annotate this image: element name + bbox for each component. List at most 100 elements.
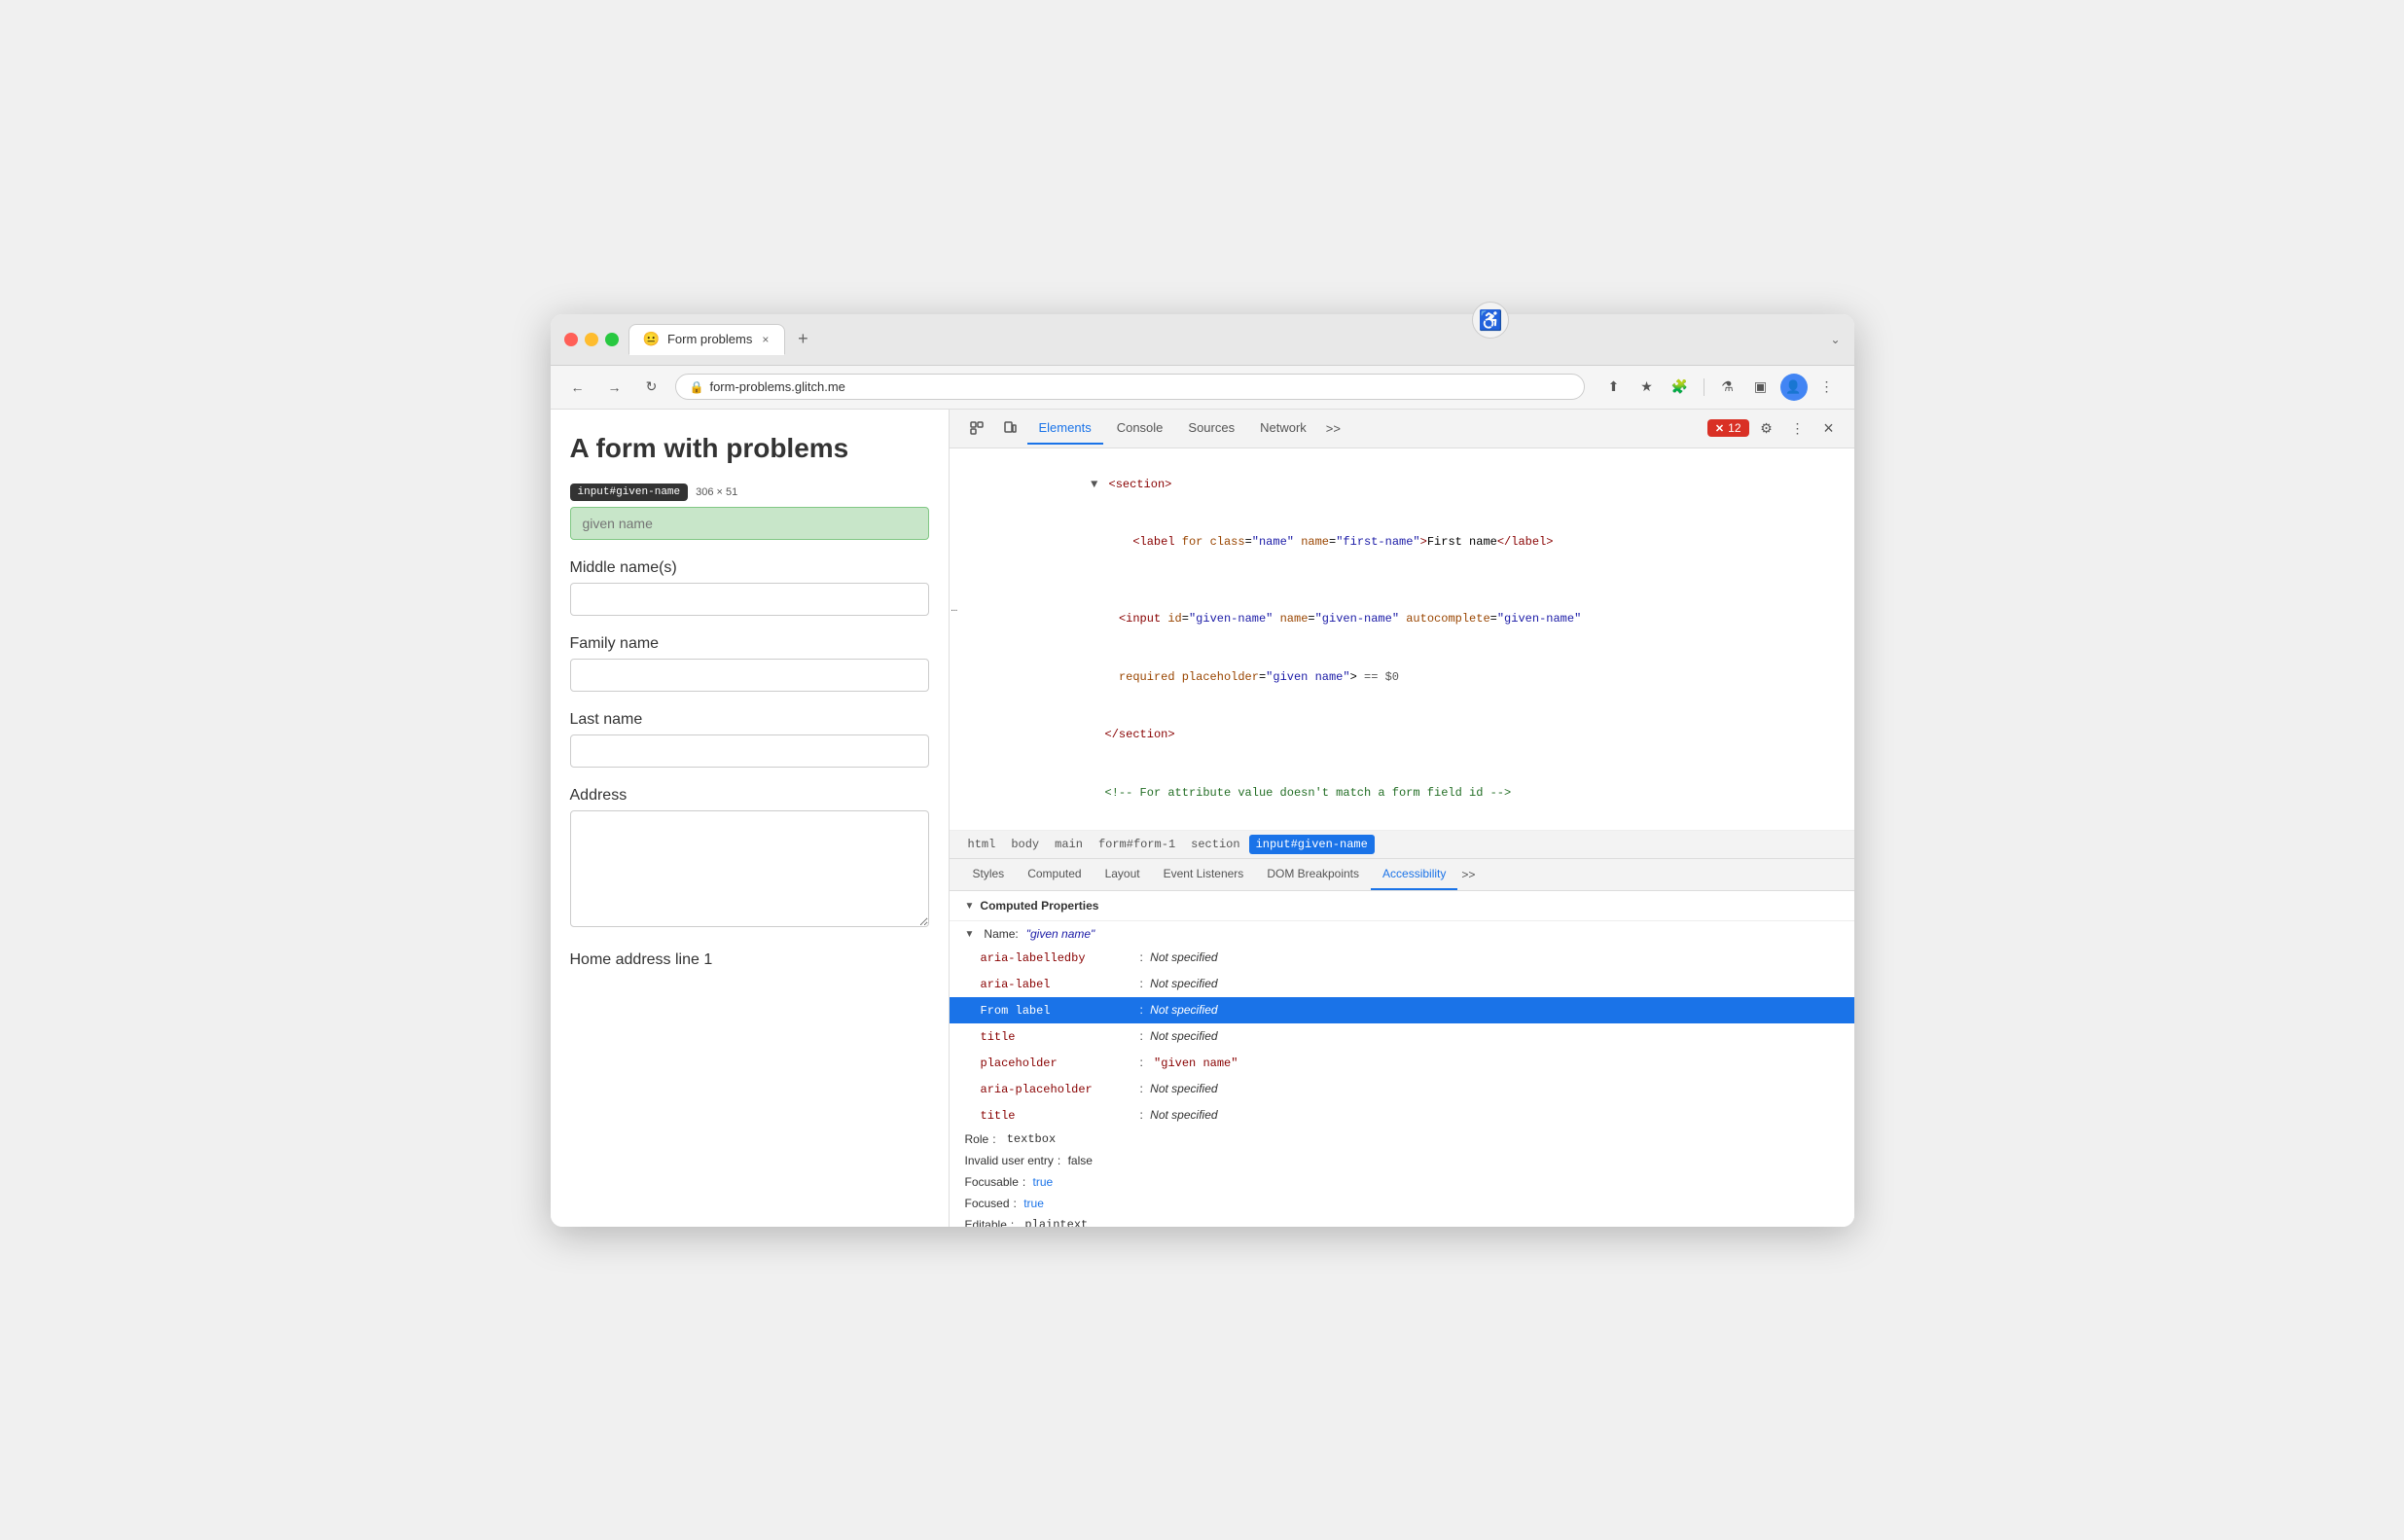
device-toolbar-icon[interactable] bbox=[994, 412, 1025, 444]
last-name-label: Last name bbox=[570, 711, 929, 729]
refresh-button[interactable]: ↻ bbox=[638, 374, 665, 401]
tab-accessibility[interactable]: Accessibility bbox=[1371, 859, 1457, 890]
html-line-1: ▼ <section> bbox=[950, 456, 1854, 515]
breadcrumb-html[interactable]: html bbox=[961, 835, 1003, 854]
invalid-label: Invalid user entry bbox=[965, 1154, 1054, 1167]
more-icon[interactable]: ⋮ bbox=[1813, 374, 1841, 401]
back-button[interactable]: ← bbox=[564, 374, 592, 401]
devtools-tabs-more[interactable]: >> bbox=[1320, 413, 1346, 444]
prop-value-title-2: Not specified bbox=[1147, 1106, 1218, 1124]
props-tabs-more[interactable]: >> bbox=[1457, 860, 1479, 889]
focused-value: true bbox=[1021, 1197, 1044, 1210]
computed-properties-title: Computed Properties bbox=[980, 899, 1098, 913]
breadcrumb-body[interactable]: body bbox=[1004, 835, 1046, 854]
webpage-panel: A form with problems input#given-name 30… bbox=[551, 410, 950, 1227]
prop-from-label[interactable]: From label : Not specified bbox=[950, 997, 1854, 1023]
tab-computed[interactable]: Computed bbox=[1016, 859, 1093, 890]
prop-sep-2: : bbox=[1140, 975, 1143, 992]
tab-close-icon[interactable]: × bbox=[760, 331, 771, 348]
error-badge[interactable]: ✕ 12 bbox=[1707, 419, 1749, 437]
prop-sep-7: : bbox=[1140, 1106, 1143, 1124]
html-line-5: </section> bbox=[950, 706, 1854, 765]
minimize-button[interactable] bbox=[585, 333, 598, 346]
family-name-input[interactable] bbox=[570, 659, 929, 692]
profile-icon[interactable]: 👤 bbox=[1780, 374, 1808, 401]
focused-sep: : bbox=[1014, 1197, 1017, 1210]
breadcrumb-main[interactable]: main bbox=[1048, 835, 1090, 854]
home-address-group: Home address line 1 bbox=[570, 951, 929, 969]
labs-icon[interactable]: ⚗ bbox=[1714, 374, 1741, 401]
toolbar-icons: ⬆ ★ 🧩 ⚗ ▣ 👤 ⋮ bbox=[1600, 374, 1841, 401]
devtools-header-right: ✕ 12 ⚙ ⋮ × bbox=[1707, 414, 1843, 442]
prop-name-placeholder: placeholder bbox=[981, 1055, 1136, 1072]
prop-name-from-label: From label bbox=[981, 1002, 1136, 1020]
name-value-row: ▼ Name: "given name" bbox=[950, 921, 1854, 945]
tab-event-listeners[interactable]: Event Listeners bbox=[1152, 859, 1256, 890]
tab-elements[interactable]: Elements bbox=[1027, 412, 1103, 445]
input-tooltip: input#given-name 306 × 51 bbox=[570, 483, 929, 501]
devtools-close-button[interactable]: × bbox=[1815, 414, 1843, 442]
element-picker-icon[interactable] bbox=[961, 412, 992, 444]
extensions-icon[interactable]: 🧩 bbox=[1667, 374, 1694, 401]
prop-value-aria-placeholder: Not specified bbox=[1147, 1080, 1218, 1097]
name-key: Name: bbox=[984, 927, 1018, 941]
prop-sep-3: : bbox=[1140, 1001, 1143, 1019]
breadcrumb-form[interactable]: form#form-1 bbox=[1092, 835, 1182, 854]
url-text: form-problems.glitch.me bbox=[709, 379, 844, 394]
middle-name-input[interactable] bbox=[570, 583, 929, 616]
ellipsis-button[interactable]: … bbox=[950, 601, 960, 619]
tooltip-size: 306 × 51 bbox=[696, 486, 737, 498]
share-icon[interactable]: ⬆ bbox=[1600, 374, 1628, 401]
role-sep: : bbox=[992, 1132, 995, 1146]
prop-value-from-label: Not specified bbox=[1147, 1001, 1218, 1019]
tab-layout[interactable]: Layout bbox=[1094, 859, 1152, 890]
active-tab[interactable]: 😐 Form problems × bbox=[628, 324, 786, 355]
given-name-input[interactable] bbox=[570, 507, 929, 540]
breadcrumb-input[interactable]: input#given-name bbox=[1249, 835, 1375, 854]
invalid-value: false bbox=[1064, 1154, 1093, 1167]
bookmark-icon[interactable]: ★ bbox=[1633, 374, 1661, 401]
prop-name-aria-labelledby: aria-labelledby bbox=[981, 949, 1136, 967]
tab-favicon-icon: 😐 bbox=[643, 331, 660, 347]
new-tab-button[interactable]: + bbox=[789, 326, 816, 353]
family-name-label: Family name bbox=[570, 635, 929, 653]
editable-label: Editable bbox=[965, 1218, 1007, 1226]
breadcrumb-section[interactable]: section bbox=[1184, 835, 1246, 854]
prop-title-1: title : Not specified bbox=[950, 1023, 1854, 1050]
devtools-more-button[interactable]: ⋮ bbox=[1784, 414, 1812, 442]
tab-dropdown-icon[interactable]: ⌄ bbox=[1830, 333, 1840, 346]
tab-network[interactable]: Network bbox=[1248, 412, 1318, 445]
close-button[interactable] bbox=[564, 333, 578, 346]
last-name-input[interactable] bbox=[570, 734, 929, 768]
focusable-label: Focusable bbox=[965, 1175, 1019, 1189]
prop-sep-6: : bbox=[1140, 1080, 1143, 1097]
invalid-sep: : bbox=[1058, 1154, 1060, 1167]
devtools-settings-button[interactable]: ⚙ bbox=[1753, 414, 1780, 442]
sidebar-icon[interactable]: ▣ bbox=[1747, 374, 1775, 401]
address-field[interactable]: 🔒 form-problems.glitch.me bbox=[675, 374, 1585, 400]
devtools-header-tabs: Elements Console Sources Network >> ✕ 12… bbox=[950, 410, 1854, 448]
tab-dom-breakpoints[interactable]: DOM Breakpoints bbox=[1255, 859, 1371, 890]
tab-sources[interactable]: Sources bbox=[1176, 412, 1246, 445]
computed-properties-header[interactable]: ▼ Computed Properties bbox=[950, 891, 1854, 921]
name-value: "given name" bbox=[1026, 927, 1095, 941]
prop-invalid: Invalid user entry : false bbox=[950, 1150, 1854, 1171]
forward-button[interactable]: → bbox=[601, 374, 628, 401]
expand-arrow[interactable]: ▼ bbox=[1091, 478, 1097, 491]
middle-name-group: Middle name(s) bbox=[570, 559, 929, 616]
address-bar: ← → ↻ 🔒 form-problems.glitch.me ⬆ ★ 🧩 ⚗ … bbox=[551, 366, 1854, 410]
computed-props-expand-icon: ▼ bbox=[965, 901, 975, 912]
address-textarea[interactable] bbox=[570, 810, 929, 927]
tab-console[interactable]: Console bbox=[1105, 412, 1175, 445]
props-tabs: Styles Computed Layout Event Listeners D… bbox=[950, 859, 1854, 891]
html-line-6: <!-- For attribute value doesn't match a… bbox=[950, 765, 1854, 823]
role-value: textbox bbox=[1000, 1132, 1057, 1146]
breadcrumb-bar: html body main form#form-1 section input… bbox=[950, 831, 1854, 859]
name-expand[interactable]: ▼ Name: "given name" bbox=[965, 927, 1839, 941]
tab-styles[interactable]: Styles bbox=[961, 859, 1017, 890]
prop-name-title-1: title bbox=[981, 1028, 1136, 1046]
prop-focused: Focused : true bbox=[950, 1193, 1854, 1214]
prop-sep-5: : bbox=[1140, 1054, 1143, 1071]
accessibility-floating-icon[interactable]: ♿ bbox=[1472, 314, 1509, 340]
maximize-button[interactable] bbox=[605, 333, 619, 346]
